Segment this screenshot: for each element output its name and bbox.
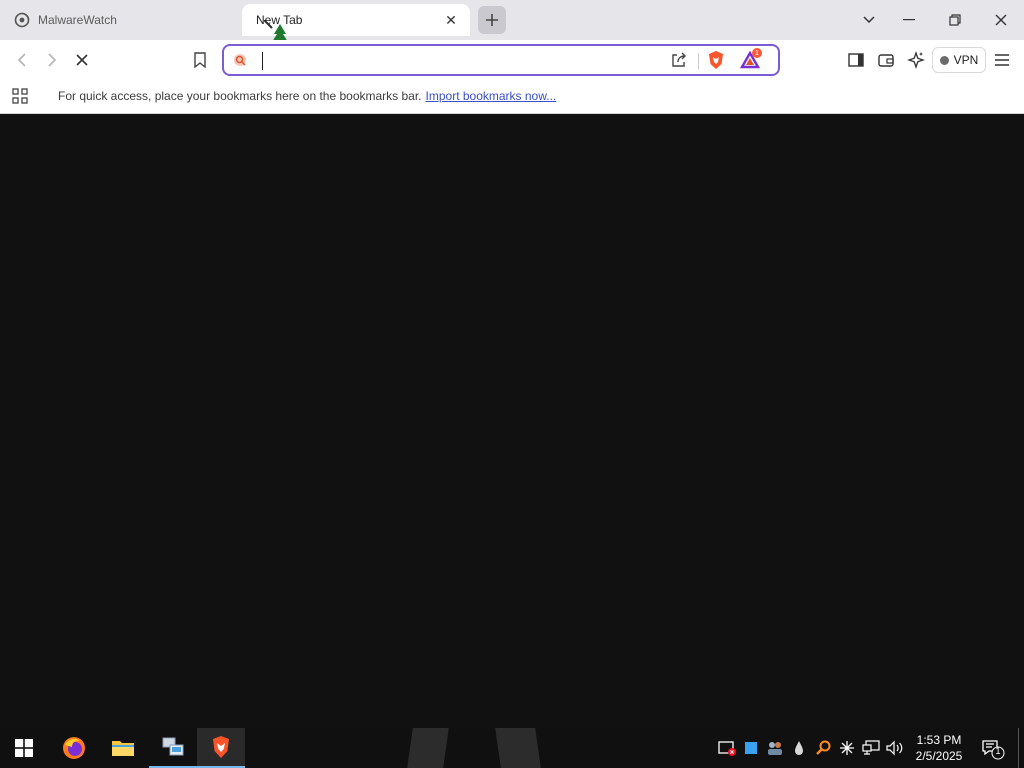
windows-start-icon [15,739,33,757]
divider [698,53,699,69]
bookmarks-hint: For quick access, place your bookmarks h… [58,89,556,103]
vpn-label: VPN [953,53,979,67]
notification-count: 1 [995,746,1001,756]
security-alert-tray-icon[interactable] [718,739,736,757]
malwarewatch-favicon-icon [14,12,30,28]
clock-date: 2/5/2025 [915,749,963,763]
close-icon [76,54,88,66]
sparkle-icon [907,51,925,69]
firefox-taskbar-button[interactable] [50,728,98,768]
sidebar-button[interactable] [844,48,868,72]
forward-button[interactable] [40,48,64,72]
clock-time: 1:53 PM [916,733,962,747]
chevron-down-icon [863,16,875,24]
users-tray-icon[interactable] [766,739,784,757]
network-app-taskbar-button[interactable] [149,728,197,768]
tab-close-icon[interactable]: ✕ [442,11,460,29]
rewards-badge: 1 [752,48,762,58]
taskbar-clock[interactable]: 1:53 PM 2/5/2025 [906,732,972,764]
network-icon [162,737,184,756]
vpn-status-icon [939,55,949,65]
bookmark-icon [194,52,206,68]
back-arrow-icon [17,53,26,67]
sidebar-icon [848,53,864,67]
sparkle-tray-icon[interactable] [838,739,856,757]
search-tray-icon[interactable] [814,739,832,757]
vpn-button[interactable]: VPN [932,47,986,73]
back-button[interactable] [10,48,34,72]
page-content [0,115,1024,728]
leo-ai-button[interactable] [904,48,928,72]
volume-tray-icon[interactable] [886,739,904,757]
wallet-icon [878,54,894,67]
main-menu-button[interactable] [990,48,1014,72]
file-explorer-taskbar-button[interactable] [99,728,147,768]
search-engine-icon [232,52,248,68]
restore-button[interactable] [932,0,978,40]
minimize-button[interactable] [886,0,932,40]
drop-tray-icon[interactable] [790,739,808,757]
taskbar: 1:53 PM 2/5/2025 1 [0,728,1024,768]
taskbar-shadow-shape [407,728,449,768]
apps-grid-icon[interactable] [12,88,28,104]
bookmark-button[interactable] [188,48,212,72]
address-input[interactable] [260,52,660,70]
brave-shields-icon[interactable] [706,50,726,70]
forward-arrow-icon [48,53,57,67]
bookmarks-hint-text: For quick access, place your bookmarks h… [58,89,422,103]
firefox-icon [63,737,85,759]
blue-square-tray-icon[interactable] [742,739,760,757]
brave-rewards-icon[interactable]: 1 [739,48,762,71]
hamburger-menu-icon [995,54,1009,66]
text-caret [262,52,263,70]
toolbar: 1 VPN [0,40,1024,80]
brave-taskbar-button[interactable] [197,728,245,768]
tab-malwarewatch[interactable]: MalwareWatch [0,4,240,36]
bookmarks-bar: For quick access, place your bookmarks h… [0,80,1024,114]
import-bookmarks-link[interactable]: Import bookmarks now... [426,89,557,103]
notification-icon [982,740,1005,760]
share-icon[interactable] [670,51,688,69]
address-bar[interactable]: 1 [222,44,780,76]
file-explorer-icon [112,741,134,756]
close-window-button[interactable] [978,0,1024,40]
tab-title: MalwareWatch [38,13,117,27]
brave-icon [213,736,229,758]
taskbar-shadow-shape [495,728,541,768]
start-button[interactable] [0,728,48,768]
wallet-button[interactable] [874,48,898,72]
show-desktop-button[interactable] [1018,728,1024,768]
stop-loading-button[interactable] [70,48,94,72]
network-tray-icon[interactable] [862,739,880,757]
action-center-button[interactable]: 1 [980,738,1006,760]
new-tab-button[interactable] [478,6,506,34]
tab-strip: MalwareWatch New Tab ✕ [0,0,1024,47]
